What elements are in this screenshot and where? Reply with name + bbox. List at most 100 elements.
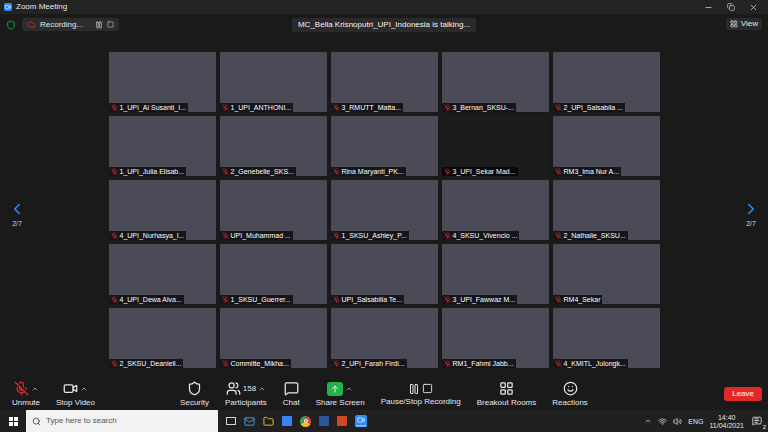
smiley-icon — [563, 381, 578, 396]
toolbar-button[interactable]: Security — [174, 381, 215, 407]
muted-mic-icon — [444, 360, 451, 367]
powerpoint-icon[interactable] — [337, 416, 347, 426]
mail-icon[interactable] — [244, 416, 255, 427]
participant-tile[interactable]: Committe_Mikha... — [220, 308, 327, 368]
participant-tile[interactable]: 2_SKSU_Deaniell... — [109, 308, 216, 368]
participant-tile[interactable]: 2_Genebelle_SKS... — [220, 116, 327, 176]
chevron-up-icon[interactable] — [345, 385, 353, 393]
notification-center[interactable]: 2 — [750, 414, 764, 428]
toolbar-button[interactable]: Breakout Rooms — [471, 381, 543, 407]
chevron-left-icon[interactable] — [8, 200, 26, 218]
participant-tile[interactable]: UPI_Salsabilla Te... — [331, 244, 438, 304]
store-icon[interactable] — [282, 416, 292, 426]
leave-button[interactable]: Leave — [724, 387, 762, 401]
toolbar-label: Stop Video — [56, 399, 95, 407]
muted-mic-icon — [444, 168, 451, 175]
muted-mic-icon — [222, 360, 229, 367]
search-box[interactable]: Type here to search — [26, 410, 218, 432]
participant-name-label: 2_Nathalie_SKSU... — [553, 231, 628, 240]
view-button[interactable]: View — [726, 18, 762, 30]
previous-page[interactable]: 2/7 — [0, 52, 34, 227]
participant-tile[interactable]: RM4_Sekar — [553, 244, 660, 304]
participant-tile[interactable]: RM3_Ima Nur A... — [553, 116, 660, 176]
muted-mic-icon — [555, 104, 562, 111]
grid-icon — [730, 20, 738, 28]
toolbar-button[interactable]: 158Participants — [219, 381, 273, 407]
participant-name-label: 3_UPI_Fawwaz M... — [442, 295, 518, 304]
participant-tile[interactable]: 4_SKSU_Vivencio ... — [442, 180, 549, 240]
muted-mic-icon — [222, 296, 229, 303]
meeting-toolbar: Unmute Stop Video Security 158ParticipantsC… — [0, 378, 768, 410]
participant-tile[interactable]: Rina Maryanti_PK... — [331, 116, 438, 176]
participant-tile[interactable]: UPI_Muhammad ... — [220, 180, 327, 240]
participant-tile[interactable]: 4_UPI_Dewa Alva... — [109, 244, 216, 304]
participant-name-label: RM4_Sekar — [553, 295, 603, 304]
toolbar-button[interactable]: Share Screen — [310, 382, 371, 407]
muted-mic-icon — [444, 232, 451, 239]
participant-tile[interactable]: 3_RMUTT_Matta... — [331, 52, 438, 112]
toolbar-label: Pause/Stop Recording — [381, 398, 461, 406]
toolbar-button[interactable]: Pause/Stop Recording — [375, 383, 467, 406]
participant-tile[interactable]: 3_UPI_Sekar Mad... — [442, 116, 549, 176]
toolbar-button[interactable]: Stop Video — [50, 381, 101, 407]
start-button[interactable] — [0, 410, 26, 432]
participant-tile[interactable]: 1_SKSU_Ashley_P... — [331, 180, 438, 240]
talking-banner: MC_Bella Krisnoputri_UPI_Indonesia is ta… — [292, 18, 476, 32]
participant-tile[interactable]: 4_KMITL_Julongk... — [553, 308, 660, 368]
next-page[interactable]: 2/7 — [734, 52, 768, 227]
clock[interactable]: 14:4011/04/2021 — [709, 414, 744, 429]
muted-mic-icon — [111, 296, 118, 303]
participant-tile[interactable]: 1_UPI_Julia Elisab... — [109, 116, 216, 176]
stop-icon[interactable] — [107, 21, 114, 28]
page-indicator: 2/7 — [746, 220, 756, 227]
minimize-icon[interactable] — [704, 3, 713, 12]
muted-mic-icon — [555, 296, 562, 303]
toolbar-button[interactable]: Chat — [277, 381, 306, 407]
toolbar-label: Participants — [225, 399, 267, 407]
participant-name-label: UPI_Salsabilla Te... — [331, 295, 405, 304]
chevron-up-icon[interactable] — [80, 385, 88, 393]
participant-tile[interactable]: 1_UPI_Ai Susanti_I... — [109, 52, 216, 112]
network-icon[interactable] — [658, 417, 667, 426]
chevron-up-icon[interactable] — [258, 385, 266, 393]
language-indicator[interactable]: ENG — [688, 418, 703, 425]
participant-tile[interactable]: 4_UPI_Nurhasya_I... — [109, 180, 216, 240]
muted-mic-icon — [111, 232, 118, 239]
recording-indicator: Recording... — [22, 18, 119, 31]
muted-mic-icon — [555, 360, 562, 367]
encryption-shield-icon[interactable] — [6, 20, 16, 30]
close-icon[interactable] — [749, 3, 758, 12]
notification-icon — [752, 416, 762, 426]
participant-tile[interactable]: 2_UPI_Farah Firdi... — [331, 308, 438, 368]
participant-tile[interactable]: 3_UPI_Fawwaz M... — [442, 244, 549, 304]
file-explorer-icon[interactable] — [263, 416, 274, 427]
participant-tile[interactable]: RM1_Fahmi Jabb... — [442, 308, 549, 368]
tray-overflow-icon[interactable] — [644, 417, 652, 425]
muted-mic-icon — [333, 296, 340, 303]
participant-name-label: 1_UPI_Julia Elisab... — [109, 167, 187, 176]
toolbar-button[interactable]: Reactions — [546, 381, 594, 407]
participant-tile[interactable]: 2_UPI_Salsabila ... — [553, 52, 660, 112]
participant-tile[interactable]: 1_UPI_ANTHONI... — [220, 52, 327, 112]
recording-label: Recording... — [40, 21, 83, 29]
breakout-grid-icon — [499, 381, 514, 396]
participant-tile[interactable]: 1_SKSU_Guerrer... — [220, 244, 327, 304]
word-icon[interactable] — [319, 416, 329, 426]
zoom-taskbar-icon[interactable] — [355, 415, 367, 427]
volume-icon[interactable] — [673, 417, 682, 426]
toolbar-button[interactable]: Unmute — [6, 381, 46, 407]
chevron-up-icon[interactable] — [31, 385, 39, 393]
windows-logo-icon — [9, 417, 18, 426]
mic-off-icon — [14, 381, 29, 396]
toolbar-label: Security — [180, 399, 209, 407]
participant-name-label: 2_UPI_Salsabila ... — [553, 103, 626, 112]
pause-icon[interactable] — [95, 21, 103, 29]
participant-name-label: 4_SKSU_Vivencio ... — [442, 231, 520, 240]
participant-tile[interactable]: 3_Bernan_SKSU-... — [442, 52, 549, 112]
muted-mic-icon — [222, 168, 229, 175]
chevron-right-icon[interactable] — [742, 200, 760, 218]
task-view-icon[interactable] — [226, 417, 236, 425]
chrome-icon[interactable] — [300, 416, 311, 427]
participant-tile[interactable]: 2_Nathalie_SKSU... — [553, 180, 660, 240]
restore-icon[interactable] — [727, 3, 735, 11]
